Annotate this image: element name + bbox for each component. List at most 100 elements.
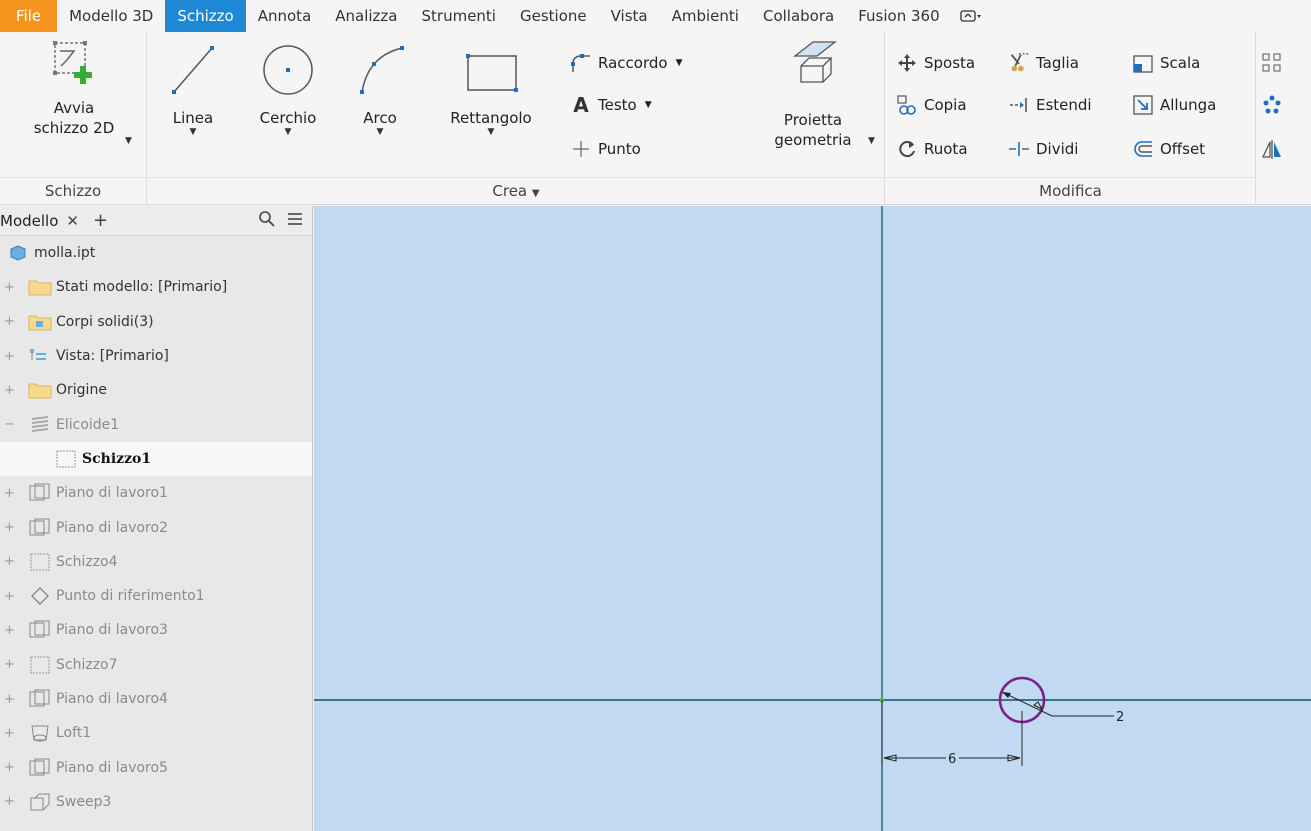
expand-icon[interactable]: + xyxy=(4,657,15,672)
diameter-dimension-value: 2 xyxy=(1116,710,1124,725)
horizontal-dimension[interactable]: 6 xyxy=(881,700,1023,767)
expand-icon[interactable]: + xyxy=(4,692,15,707)
tree-item[interactable]: + Piano di lavoro5 xyxy=(0,750,312,784)
ruota-button[interactable]: Ruota xyxy=(896,136,968,162)
scale-icon xyxy=(1132,52,1154,74)
ribbon-options-icon[interactable] xyxy=(952,0,990,32)
taglia-button[interactable]: Taglia xyxy=(1008,50,1079,76)
tree-item[interactable]: + Punto di riferimento1 xyxy=(0,579,312,613)
browser-tab-modello[interactable]: Modello ✕ xyxy=(0,212,79,230)
mirror-button[interactable] xyxy=(1261,136,1289,162)
tab-vista[interactable]: Vista xyxy=(599,0,660,32)
expand-icon[interactable]: + xyxy=(4,486,15,501)
rectangular-pattern-button[interactable] xyxy=(1261,50,1289,76)
scala-button[interactable]: Scala xyxy=(1132,50,1200,76)
close-icon[interactable]: ✕ xyxy=(66,212,79,230)
collapse-icon[interactable]: − xyxy=(4,417,15,432)
tab-fusion-360[interactable]: Fusion 360 xyxy=(846,0,951,32)
linea-button[interactable]: Linea ▼ xyxy=(158,38,228,137)
tree-item[interactable]: + Piano di lavoro2 xyxy=(0,510,312,544)
sposta-button[interactable]: Sposta xyxy=(896,50,975,76)
expand-icon[interactable]: + xyxy=(4,554,15,569)
tab-annota[interactable]: Annota xyxy=(246,0,324,32)
tab-modello-3d[interactable]: Modello 3D xyxy=(57,0,165,32)
raccordo-button[interactable]: Raccordo ▼ xyxy=(570,50,682,76)
workpoint-icon xyxy=(28,586,52,606)
tab-file[interactable]: File xyxy=(0,0,58,32)
dividi-button[interactable]: Dividi xyxy=(1008,136,1078,162)
expand-icon[interactable]: + xyxy=(4,760,15,775)
tree-item-label: Schizzo4 xyxy=(56,553,118,570)
tree-item-label: Schizzo7 xyxy=(56,656,118,673)
tree-item[interactable]: + Schizzo4 xyxy=(0,545,312,579)
linea-dropdown-icon: ▼ xyxy=(189,127,197,137)
estendi-button[interactable]: Estendi xyxy=(1008,92,1092,118)
proietta-geometria-button[interactable]: Proietta geometria xyxy=(758,38,868,150)
cerchio-button[interactable]: Cerchio ▼ xyxy=(248,38,328,137)
workplane-icon xyxy=(28,689,52,709)
fillet-icon xyxy=(570,52,592,74)
tab-strumenti[interactable]: Strumenti xyxy=(410,0,508,32)
tree-item[interactable]: + Origine xyxy=(0,373,312,407)
expand-icon[interactable]: + xyxy=(4,383,15,398)
search-icon[interactable] xyxy=(258,210,276,232)
tree-item[interactable]: + Piano di lavoro4 xyxy=(0,682,312,716)
menu-icon[interactable] xyxy=(286,210,304,232)
tree-item[interactable]: + Piano di lavoro3 xyxy=(0,613,312,647)
arc-icon xyxy=(345,38,415,102)
tab-schizzo[interactable]: Schizzo xyxy=(165,0,246,32)
coil-icon xyxy=(28,415,52,435)
tab-collabora[interactable]: Collabora xyxy=(751,0,846,32)
allunga-button[interactable]: Allunga xyxy=(1132,92,1216,118)
diameter-dimension[interactable]: 2 xyxy=(1001,691,1124,725)
loft-icon xyxy=(28,723,52,743)
sketch-drawing[interactable]: 2 6 xyxy=(314,206,1311,831)
expand-icon[interactable]: + xyxy=(4,726,15,741)
tree-item[interactable]: + Piano di lavoro1 xyxy=(0,476,312,510)
copia-button[interactable]: Copia xyxy=(896,92,967,118)
expand-icon[interactable]: + xyxy=(4,314,15,329)
tree-item[interactable]: + Sweep3 xyxy=(0,785,312,819)
tab-ambienti[interactable]: Ambienti xyxy=(660,0,751,32)
expand-icon[interactable]: + xyxy=(4,520,15,535)
tree-item[interactable]: Schizzo1 xyxy=(0,441,312,477)
punto-button[interactable]: Punto xyxy=(570,136,641,162)
tree-item[interactable]: + Stati modello: [Primario] xyxy=(0,270,312,304)
raccordo-dropdown-icon: ▼ xyxy=(675,58,683,68)
arco-label: Arco xyxy=(363,109,397,127)
trim-icon xyxy=(1008,52,1030,74)
expand-icon[interactable]: + xyxy=(4,349,15,364)
start-sketch-dropdown-icon[interactable]: ▼ xyxy=(125,137,132,146)
tree-item[interactable]: + Schizzo7 xyxy=(0,648,312,682)
expand-icon[interactable]: + xyxy=(4,280,15,295)
proietta-dropdown-icon[interactable]: ▼ xyxy=(868,137,875,146)
expand-icon[interactable]: + xyxy=(4,794,15,809)
browser-tree: molla.ipt + Stati modello: [Primario] + Corp… xyxy=(0,236,312,819)
modifica-panel: Sposta Taglia Scala Copia Estendi Allung… xyxy=(886,32,1256,205)
testo-button[interactable]: A Testo ▼ xyxy=(570,92,651,118)
add-tab-icon[interactable]: + xyxy=(93,210,108,231)
tab-gestione[interactable]: Gestione xyxy=(508,0,599,32)
expand-icon[interactable]: + xyxy=(4,589,15,604)
menu-bar: File Modello 3D Schizzo Annota Analizza … xyxy=(0,0,1311,32)
tree-item[interactable]: − Elicoide1 xyxy=(0,407,312,441)
offset-button[interactable]: Offset xyxy=(1132,136,1205,162)
view-icon xyxy=(28,346,52,366)
tab-analizza[interactable]: Analizza xyxy=(323,0,409,32)
mirror-icon xyxy=(1261,138,1283,160)
tree-item[interactable]: + Corpi solidi(3) xyxy=(0,305,312,339)
tree-item[interactable]: + Vista: [Primario] xyxy=(0,339,312,373)
tree-item[interactable]: + Loft1 xyxy=(0,716,312,750)
workplane-icon xyxy=(28,518,52,538)
circular-pattern-button[interactable] xyxy=(1261,92,1289,118)
crea-panel-title[interactable]: Crea ▼ xyxy=(148,177,884,205)
rettangolo-button[interactable]: Rettangolo ▼ xyxy=(436,38,546,137)
start-sketch-button[interactable]: Avvia schizzo 2D xyxy=(14,38,134,138)
linea-label: Linea xyxy=(172,109,214,127)
tree-item-label: Loft1 xyxy=(56,725,92,742)
expand-icon[interactable]: + xyxy=(4,623,15,638)
graphics-canvas[interactable]: 2 6 xyxy=(314,206,1311,831)
tree-item[interactable]: molla.ipt xyxy=(0,236,312,270)
project-geometry-icon xyxy=(758,38,868,104)
arco-button[interactable]: Arco ▼ xyxy=(345,38,415,137)
